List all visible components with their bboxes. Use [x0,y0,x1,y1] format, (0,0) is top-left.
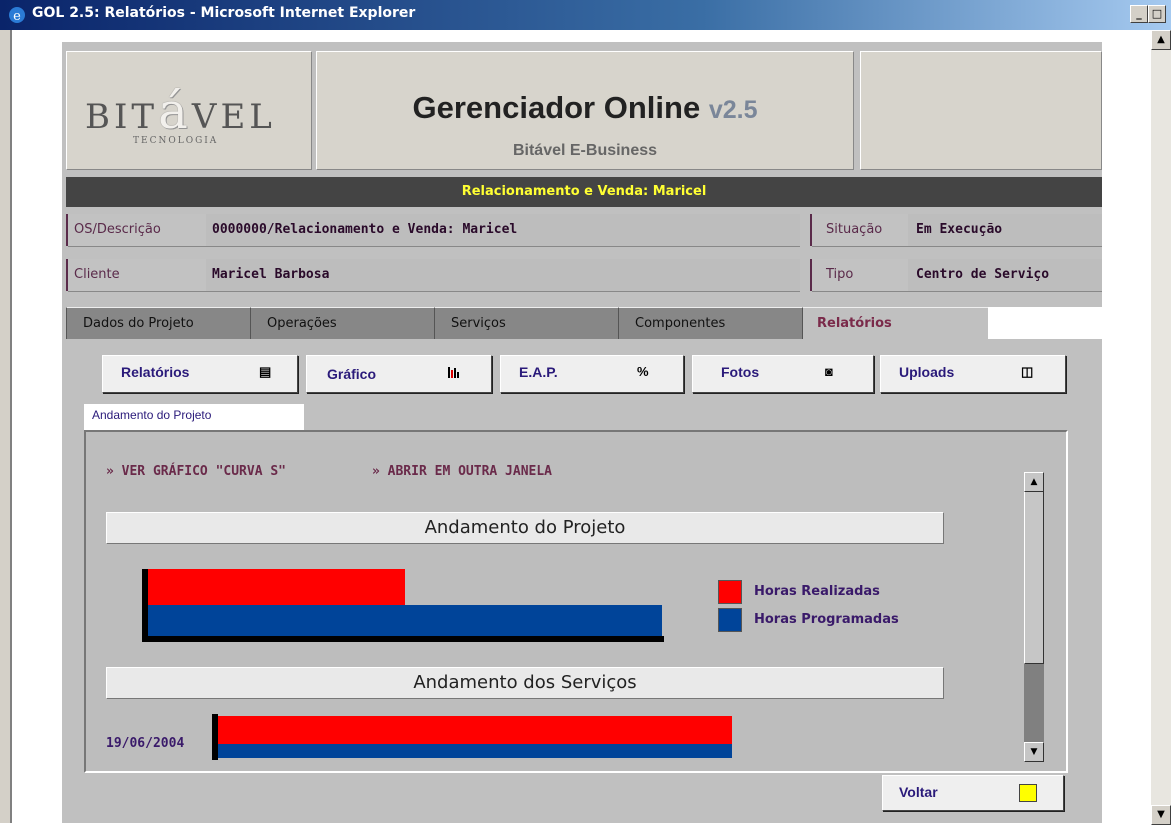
percent-icon: % [637,364,649,379]
window-title: GOL 2.5: Relatórios - Microsoft Internet… [32,5,416,21]
fotos-button-label: Fotos [721,364,760,380]
panel-tab: Andamento do Projeto [84,404,304,433]
tipo-label: Tipo [812,259,914,292]
application-page: BITáVEL TECNOLOGIA Gerenciador Online v2… [62,42,1102,823]
legend-swatch-realizadas [718,580,742,604]
chart-title-andamento-servicos: Andamento dos Serviços [106,667,944,699]
panel-scrollbar-thumb[interactable] [1024,472,1044,664]
eap-button-label: E.A.P. [519,364,558,380]
fotos-button[interactable]: Fotos ◙ [692,355,874,393]
header-blank-box [860,51,1102,170]
legend-label-programadas: Horas Programadas [754,612,899,627]
voltar-button-label: Voltar [899,784,938,800]
grafico-button[interactable]: Gráfico [306,355,492,393]
app-title: Gerenciador Online v2.5 [412,90,758,125]
voltar-button[interactable]: Voltar [882,775,1064,811]
floppy-icon: ◫ [1021,364,1034,379]
abrir-outra-janela-link[interactable]: » ABRIR EM OUTRA JANELA [372,464,552,479]
minimize-button[interactable]: _ [1130,5,1148,23]
logo-box: BITáVEL TECNOLOGIA [66,51,312,170]
grafico-button-label: Gráfico [327,366,377,382]
cliente-label: Cliente [68,259,208,292]
ver-grafico-curva-s-link[interactable]: » VER GRÁFICO "CURVA S" [106,464,286,479]
relatorios-button[interactable]: Relatórios ▤ [102,355,298,393]
tipo-value: Centro de Serviço [908,259,1102,292]
document-icon: ▤ [259,364,272,379]
tab-relatorios[interactable]: Relatórios [802,307,988,339]
servico-date-label: 19/06/2004 [106,736,185,751]
tab-servicos[interactable]: Serviços [434,307,618,339]
bitavel-logo: BITáVEL [85,82,276,140]
cliente-value: Maricel Barbosa [206,259,800,292]
svg-text:e: e [13,9,21,24]
scroll-down-arrow-icon[interactable]: ▼ [1151,805,1171,825]
legend-swatch-programadas [718,608,742,632]
panel-scroll-up-icon[interactable]: ▲ [1024,472,1044,492]
tab-operacoes[interactable]: Operações [250,307,434,339]
tab-bar-spacer [988,307,1102,339]
os-label: OS/Descrição [68,214,208,247]
internet-explorer-icon: e [9,7,25,24]
bar-servicos-programadas [218,744,732,758]
window-frame-left [0,30,10,823]
chart1-x-axis [142,636,664,642]
project-banner: Relacionamento e Venda: Maricel [66,177,1102,207]
window-title-bar[interactable]: e GOL 2.5: Relatórios - Microsoft Intern… [0,0,1171,30]
bar-horas-realizadas [148,569,405,605]
eap-button[interactable]: E.A.P. % [500,355,684,393]
bar-horas-programadas [148,605,662,636]
legend-label-realizadas: Horas Realizadas [754,584,880,599]
maximize-button[interactable]: □ [1148,5,1166,23]
scroll-up-arrow-icon[interactable]: ▲ [1151,30,1171,50]
camera-icon: ◙ [825,364,833,379]
andamento-panel: » VER GRÁFICO "CURVA S" » ABRIR EM OUTRA… [84,430,1068,773]
panel-tab-label: Andamento do Projeto [92,408,212,422]
os-value: 0000000/Relacionamento e Venda: Maricel [206,214,800,247]
browser-vertical-scrollbar[interactable]: ▲ ▼ [1151,30,1171,825]
panel-scrollbar[interactable]: ▲ ▼ [1024,472,1044,762]
yellow-square-icon [1019,784,1037,802]
relatorios-button-label: Relatórios [121,364,190,380]
uploads-button[interactable]: Uploads ◫ [880,355,1066,393]
app-title-box: Gerenciador Online v2.5 Bitável E-Busine… [316,51,854,170]
app-subtitle: Bitável E-Business [512,142,658,159]
logo-subtitle: TECNOLOGIA [133,136,219,146]
situacao-value: Em Execução [908,214,1102,247]
bar-servicos-realizadas [218,716,732,744]
chart-title-andamento-projeto: Andamento do Projeto [106,512,944,544]
situacao-label: Situação [812,214,914,247]
tab-componentes[interactable]: Componentes [618,307,802,339]
panel-scroll-down-icon[interactable]: ▼ [1024,742,1044,762]
uploads-button-label: Uploads [899,364,955,380]
bar-chart-icon [448,367,459,378]
tab-dados-do-projeto[interactable]: Dados do Projeto [66,307,250,339]
